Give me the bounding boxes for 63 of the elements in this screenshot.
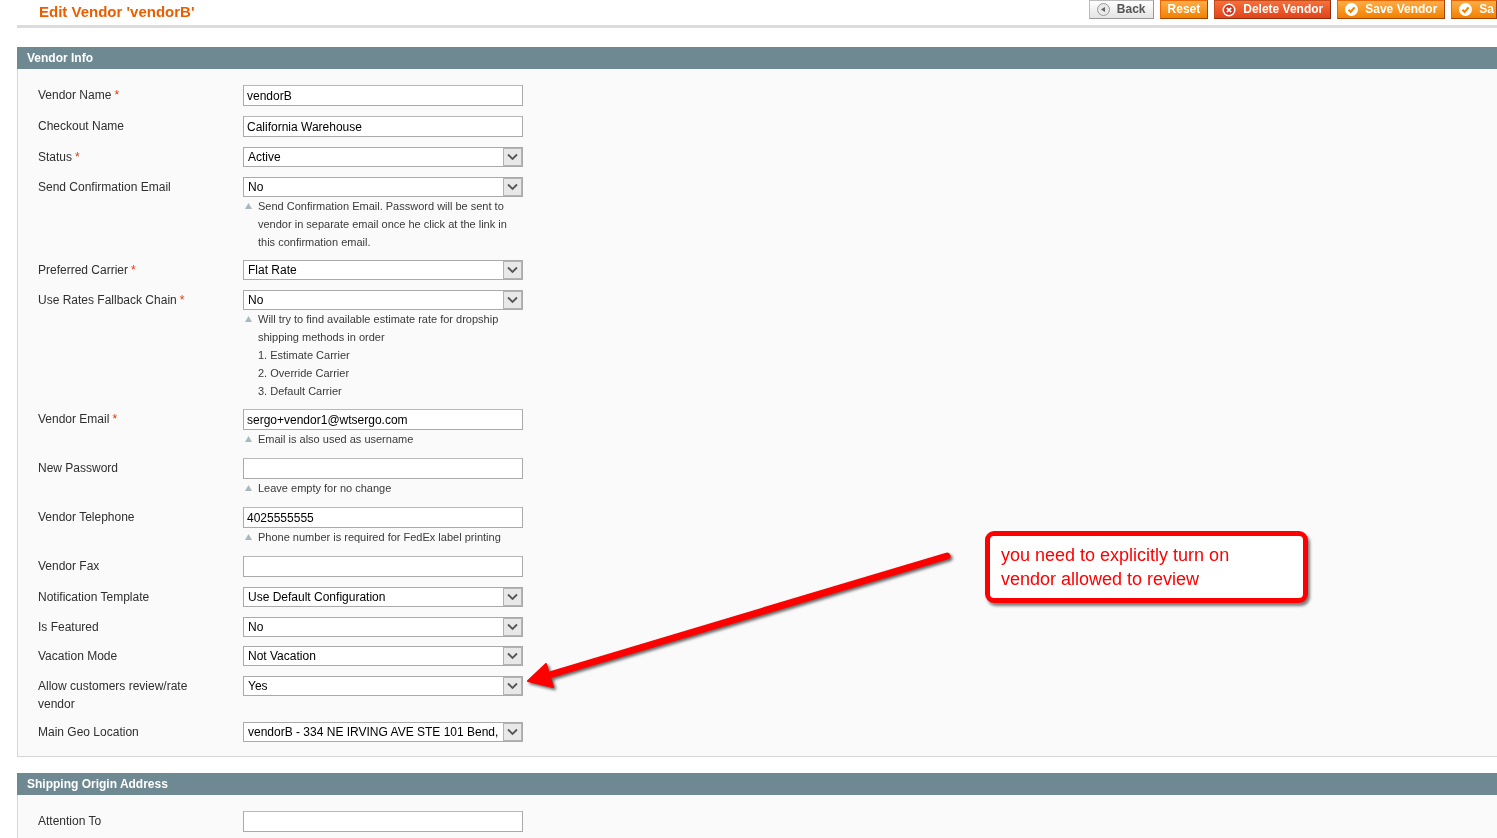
field-label: Vacation Mode — [38, 648, 119, 665]
back-icon — [1096, 3, 1110, 16]
section-header: Shipping Origin Address — [17, 773, 1497, 795]
help-text: Leave empty for no change — [258, 481, 393, 496]
select-field[interactable]: Yes — [243, 675, 523, 696]
callout-text: you need to explicitly turn on vendor allowed to review — [1001, 544, 1231, 591]
chevron-down-icon — [503, 261, 522, 279]
help-text: Email is also used as username — [258, 432, 415, 447]
select-field[interactable]: Not Vacation — [243, 646, 523, 666]
triangle-icon — [245, 534, 252, 540]
check-icon — [1459, 3, 1473, 16]
field-label: Vendor Name * — [38, 87, 121, 104]
select-field[interactable]: Use Default Configuration — [243, 587, 523, 607]
field-label: Status * — [38, 149, 81, 166]
text-field[interactable]: vendorB — [243, 85, 523, 106]
field-label: Is Featured — [38, 618, 100, 636]
chevron-down-icon — [503, 148, 522, 166]
triangle-icon — [245, 485, 252, 491]
text-field[interactable]: 4025555555 — [243, 507, 523, 528]
field-label: Vendor Fax — [38, 558, 101, 575]
back-button[interactable]: Back — [1088, 0, 1154, 19]
select-field[interactable]: Flat Rate — [243, 260, 523, 280]
chevron-down-icon — [503, 290, 522, 309]
select-field[interactable]: No — [243, 616, 523, 637]
chevron-down-icon — [503, 177, 522, 196]
field-label: Main Geo Location — [38, 724, 140, 741]
select-field[interactable]: Active — [243, 147, 523, 167]
triangle-icon — [245, 436, 252, 442]
help-text: 3. Default Carrier — [258, 383, 343, 399]
field-label: Checkout Name — [38, 118, 126, 135]
check-icon — [1345, 3, 1359, 16]
help-text: Will try to find available estimate rate for dropship shipping methods in order — [258, 311, 500, 345]
delete-icon — [1222, 2, 1237, 17]
chevron-down-icon — [503, 723, 522, 741]
select-field[interactable]: No — [243, 176, 523, 197]
help-text: Phone number is required for FedEx label printing — [258, 530, 502, 545]
text-field[interactable]: California Warehouse — [243, 116, 523, 137]
triangle-icon — [245, 315, 252, 322]
field-label: Vendor Email * — [38, 411, 119, 428]
field-label: New Password — [38, 460, 120, 477]
section-header: Vendor Info — [17, 47, 1497, 69]
select-field[interactable]: vendorB - 334 NE IRVING AVE STE 101 Bend, — [243, 722, 523, 742]
field-label: Send Confirmation Email — [38, 178, 172, 196]
page-title: Edit Vendor 'vendorB' — [39, 3, 195, 20]
field-label: Attention To — [38, 813, 103, 830]
help-text: 2. Override Carrier — [258, 365, 351, 381]
chevron-down-icon — [503, 588, 522, 606]
help-text: 1. Estimate Carrier — [258, 347, 351, 363]
field-label: Notification Template — [38, 589, 151, 606]
chevron-down-icon — [503, 617, 522, 636]
chevron-down-icon — [503, 676, 522, 695]
select-field[interactable]: No — [243, 289, 523, 310]
help-text: Send Confirmation Email. Password will be sent to vendor in separate email once he click at the link in this confirmation email. — [258, 198, 508, 250]
text-field[interactable]: sergo+vendor1@wtsergo.com — [243, 409, 523, 430]
field-label: Use Rates Fallback Chain * — [38, 291, 186, 309]
text-field[interactable] — [243, 556, 523, 577]
field-label: Preferred Carrier * — [38, 262, 137, 279]
field-label: Vendor Telephone — [38, 509, 136, 526]
text-field[interactable] — [243, 458, 523, 479]
field-label: Allow customers review/rate vendor — [38, 677, 189, 713]
triangle-icon — [245, 202, 252, 209]
text-field[interactable] — [243, 811, 523, 832]
chevron-down-icon — [503, 647, 522, 665]
